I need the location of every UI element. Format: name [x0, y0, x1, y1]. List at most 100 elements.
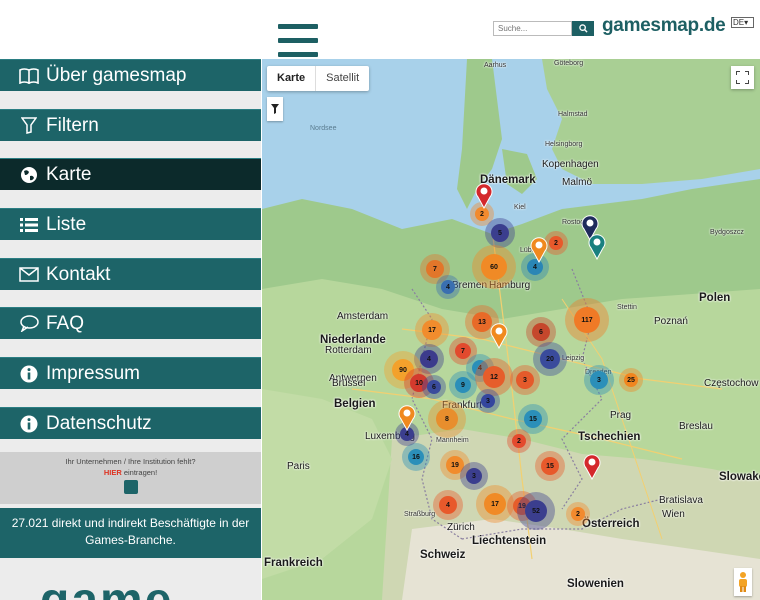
language-select[interactable]: DE▾ [731, 17, 754, 28]
sidebar-item-label: Datenschutz [46, 412, 152, 434]
sidebar-item-liste[interactable]: Liste [0, 208, 261, 240]
cluster-count: 2 [576, 510, 580, 518]
map-label: Częstochow [704, 378, 759, 389]
cluster-count: 15 [546, 462, 554, 470]
map-label: Rotterdam [325, 345, 372, 356]
cluster-count: 4 [533, 263, 537, 271]
sidebar-item-karte[interactable]: Karte [0, 158, 261, 190]
search-input[interactable] [493, 21, 572, 36]
promo-line-2-rest: eintragen! [121, 468, 158, 477]
form-icon[interactable] [123, 480, 138, 494]
cluster-count: 12 [490, 373, 498, 381]
map-cluster[interactable]: 60 [481, 254, 507, 280]
cluster-count: 13 [478, 318, 486, 326]
sidebar: Über gamesmap Filtern Karte Liste Kontakt FAQ… [0, 59, 261, 600]
map[interactable]: Dänemark Niederlande Belgien Luxemburg Tsche… [262, 59, 760, 600]
map-label: Prag [610, 410, 632, 421]
map-cluster[interactable]: 2 [549, 236, 563, 250]
map-cluster[interactable]: 7 [455, 343, 471, 359]
map-cluster[interactable]: 3 [590, 371, 608, 389]
sidebar-item-label: Liste [46, 213, 87, 235]
orange-pin-icon[interactable] [398, 405, 416, 431]
sidebar-item-impressum[interactable]: Impressum [0, 357, 261, 389]
map-cluster[interactable]: 3 [466, 468, 482, 484]
sidebar-item-filtern[interactable]: Filtern [0, 109, 261, 141]
search-button[interactable] [572, 21, 594, 36]
map-cluster[interactable]: 2 [475, 207, 489, 221]
map-cluster[interactable]: 15 [524, 410, 542, 428]
map-cluster[interactable]: 10 [410, 374, 428, 392]
map-label: Zürich [447, 522, 475, 533]
speech-bubble-icon [18, 314, 40, 334]
search-icon [578, 24, 588, 33]
map-type-karte-button[interactable]: Karte [267, 66, 315, 91]
hamburger-menu-button[interactable] [278, 24, 318, 58]
orange-pin-icon[interactable] [530, 237, 548, 263]
map-cluster[interactable]: 13 [472, 312, 492, 332]
sidebar-item-kontakt[interactable]: Kontakt [0, 258, 261, 290]
map-cluster[interactable]: 16 [408, 449, 424, 465]
map-cluster[interactable]: 8 [436, 408, 458, 430]
map-type-satellit-button[interactable]: Satellit [315, 66, 369, 91]
map-cluster[interactable]: 52 [525, 500, 547, 522]
pegman-icon [739, 572, 747, 592]
map-label: Halmstad [558, 111, 588, 118]
orange-pin-icon[interactable] [490, 323, 508, 349]
hamburger-bar [278, 24, 318, 29]
red-pin-icon[interactable] [583, 454, 601, 480]
map-type-control: Karte Satellit [267, 66, 370, 91]
map-cluster[interactable]: 2 [512, 434, 526, 448]
sidebar-item-über-gamesmap[interactable]: Über gamesmap [0, 59, 261, 91]
map-cluster[interactable]: 3 [516, 371, 534, 389]
cluster-count: 60 [490, 263, 498, 271]
envelope-icon [18, 265, 40, 285]
map-label: Österreich [582, 518, 640, 530]
map-cluster[interactable]: 15 [541, 457, 559, 475]
map-cluster[interactable]: 12 [483, 366, 505, 388]
promo-here-link[interactable]: HIER [104, 468, 122, 477]
map-cluster[interactable]: 19 [446, 456, 464, 474]
map-cluster[interactable]: 25 [624, 373, 638, 387]
map-cluster[interactable]: 20 [540, 349, 560, 369]
map-label: Amsterdam [337, 311, 389, 322]
map-base [262, 59, 760, 600]
map-cluster[interactable]: 2 [571, 507, 585, 521]
map-label: Stettin [617, 304, 637, 311]
sidebar-item-datenschutz[interactable]: Datenschutz [0, 407, 261, 439]
sidebar-item-faq[interactable]: FAQ [0, 307, 261, 339]
map-cluster[interactable]: 4 [441, 280, 455, 294]
teal-pin-icon[interactable] [588, 234, 606, 260]
red-pin-icon[interactable] [475, 183, 493, 209]
map-cluster[interactable]: 6 [532, 323, 550, 341]
cluster-count: 7 [461, 347, 465, 355]
hamburger-bar [278, 38, 318, 43]
map-cluster[interactable]: 4 [420, 350, 438, 368]
cluster-count: 3 [472, 472, 476, 480]
map-cluster[interactable]: 4 [439, 496, 457, 514]
map-cluster[interactable]: 17 [484, 493, 506, 515]
search-box [493, 21, 594, 36]
map-cluster[interactable]: 7 [426, 260, 444, 278]
sidebar-item-label: Über gamesmap [46, 64, 187, 86]
fullscreen-button[interactable] [731, 66, 754, 89]
cluster-count: 4 [446, 283, 450, 291]
cluster-count: 4 [405, 430, 409, 438]
cluster-count: 3 [597, 376, 601, 384]
map-label: Göteborg [554, 60, 584, 67]
map-cluster[interactable]: 17 [422, 320, 442, 340]
map-filter-button[interactable] [267, 97, 283, 121]
map-label: Slowenien [567, 578, 624, 590]
map-cluster[interactable]: 5 [491, 224, 509, 242]
street-view-pegman[interactable] [734, 568, 752, 596]
info-icon [18, 414, 40, 434]
hamburger-bar [278, 52, 318, 57]
cluster-count: 3 [523, 376, 527, 384]
map-cluster[interactable]: 3 [481, 394, 495, 408]
map-label: Mannheim [436, 437, 469, 444]
map-cluster[interactable]: 6 [427, 380, 441, 394]
brand-logo[interactable]: gamesmap.de [602, 15, 726, 37]
map-label: Paris [287, 461, 310, 472]
fullscreen-icon [736, 71, 749, 84]
map-cluster[interactable]: 117 [574, 307, 600, 333]
map-cluster[interactable]: 9 [455, 377, 471, 393]
